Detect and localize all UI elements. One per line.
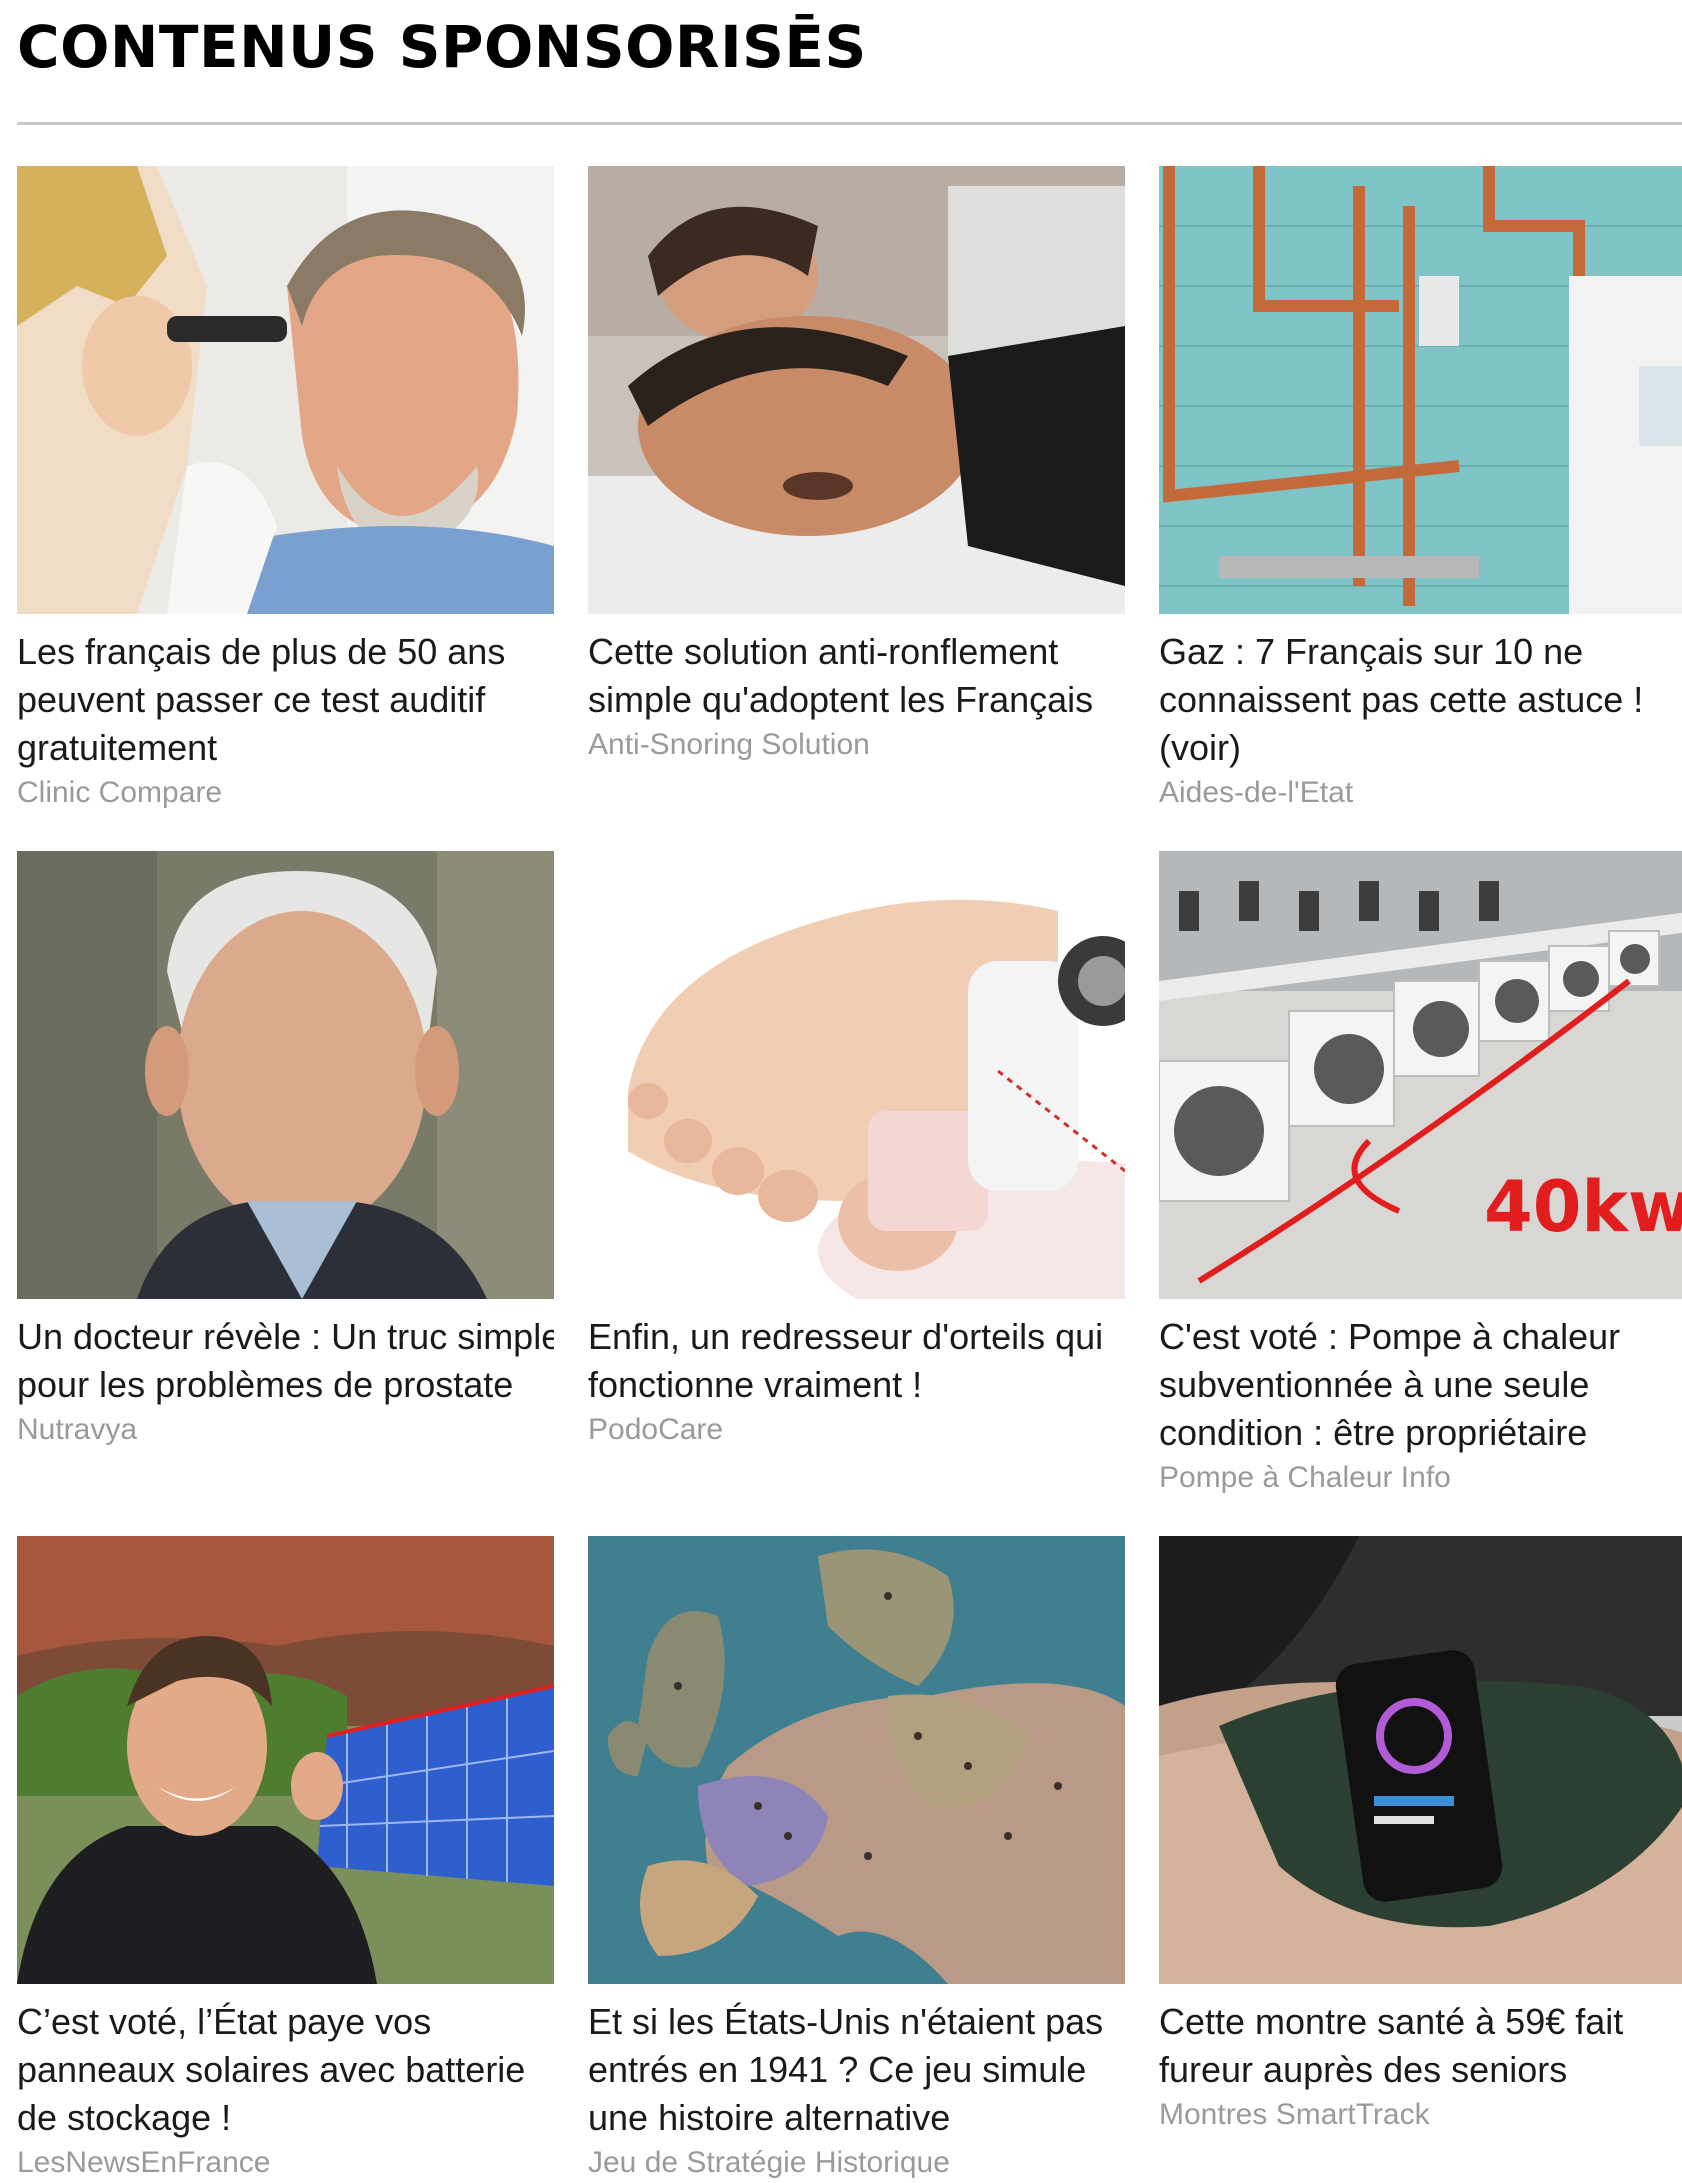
solar-panels-image[interactable] [17,1536,554,1984]
card-source[interactable]: Pompe à Chaleur Info [1159,1457,1682,1498]
card-source[interactable]: PodoCare [588,1409,1125,1451]
sponsored-card[interactable]: Cette solution anti-ronflement simple qu… [588,166,1125,813]
sponsored-card[interactable]: Enfin, un redresseur d'orteils qui fonct… [588,851,1125,1498]
card-source[interactable]: Aides-de-l'Etat [1159,772,1682,813]
sponsored-card[interactable]: Et si les États-Unis n'étaient pas entré… [588,1536,1125,2183]
card-source[interactable]: LesNewsEnFrance [17,2142,554,2183]
boiler-pipes-image[interactable] [1159,166,1682,614]
card-title[interactable]: Un docteur révèle : Un truc simple pour … [17,1313,554,1409]
card-title[interactable]: Gaz : 7 Français sur 10 ne connaissent p… [1159,628,1682,772]
sponsored-card[interactable]: Cette montre santé à 59€ fait fureur aup… [1159,1536,1682,2183]
card-source[interactable]: Anti-Snoring Solution [588,724,1125,766]
elderly-man-image[interactable] [17,851,554,1299]
card-source[interactable]: Nutravya [17,1409,554,1451]
sponsored-card[interactable]: C’est voté, l’État paye vos panneaux sol… [17,1536,554,2183]
smartwatch-image[interactable] [1159,1536,1682,1984]
sponsored-card[interactable]: Un docteur révèle : Un truc simple pour … [17,851,554,1498]
sponsored-card[interactable]: 40kw! C'est voté : Pompe à chaleur subve… [1159,851,1682,1498]
card-source[interactable]: Clinic Compare [17,772,554,813]
heat-pumps-image[interactable]: 40kw! [1159,851,1682,1299]
sponsored-grid: Les français de plus de 50 ans peuvent p… [17,166,1682,2183]
ear-exam-image[interactable] [17,166,554,614]
heat-pump-overlay-text: 40kw! [1484,1166,1682,1248]
page-title: CONTENUS SPONSORISĒS [17,13,867,81]
card-title[interactable]: Enfin, un redresseur d'orteils qui fonct… [588,1313,1125,1409]
card-title[interactable]: C’est voté, l’État paye vos panneaux sol… [17,1998,554,2142]
sponsored-card[interactable]: Gaz : 7 Français sur 10 ne connaissent p… [1159,166,1682,813]
card-source[interactable]: Jeu de Stratégie Historique [588,2142,1125,2183]
card-title[interactable]: Les français de plus de 50 ans peuvent p… [17,628,554,772]
card-title[interactable]: Cette solution anti-ronflement simple qu… [588,628,1125,724]
toe-corrector-image[interactable] [588,851,1125,1299]
snoring-man-image[interactable] [588,166,1125,614]
europe-map-image[interactable] [588,1536,1125,1984]
card-title[interactable]: Et si les États-Unis n'étaient pas entré… [588,1998,1125,2142]
card-source[interactable]: Montres SmartTrack [1159,2094,1682,2136]
sponsored-card[interactable]: Les français de plus de 50 ans peuvent p… [17,166,554,813]
card-title[interactable]: C'est voté : Pompe à chaleur subventionn… [1159,1313,1682,1457]
card-title[interactable]: Cette montre santé à 59€ fait fureur aup… [1159,1998,1682,2094]
header-divider [17,122,1682,125]
